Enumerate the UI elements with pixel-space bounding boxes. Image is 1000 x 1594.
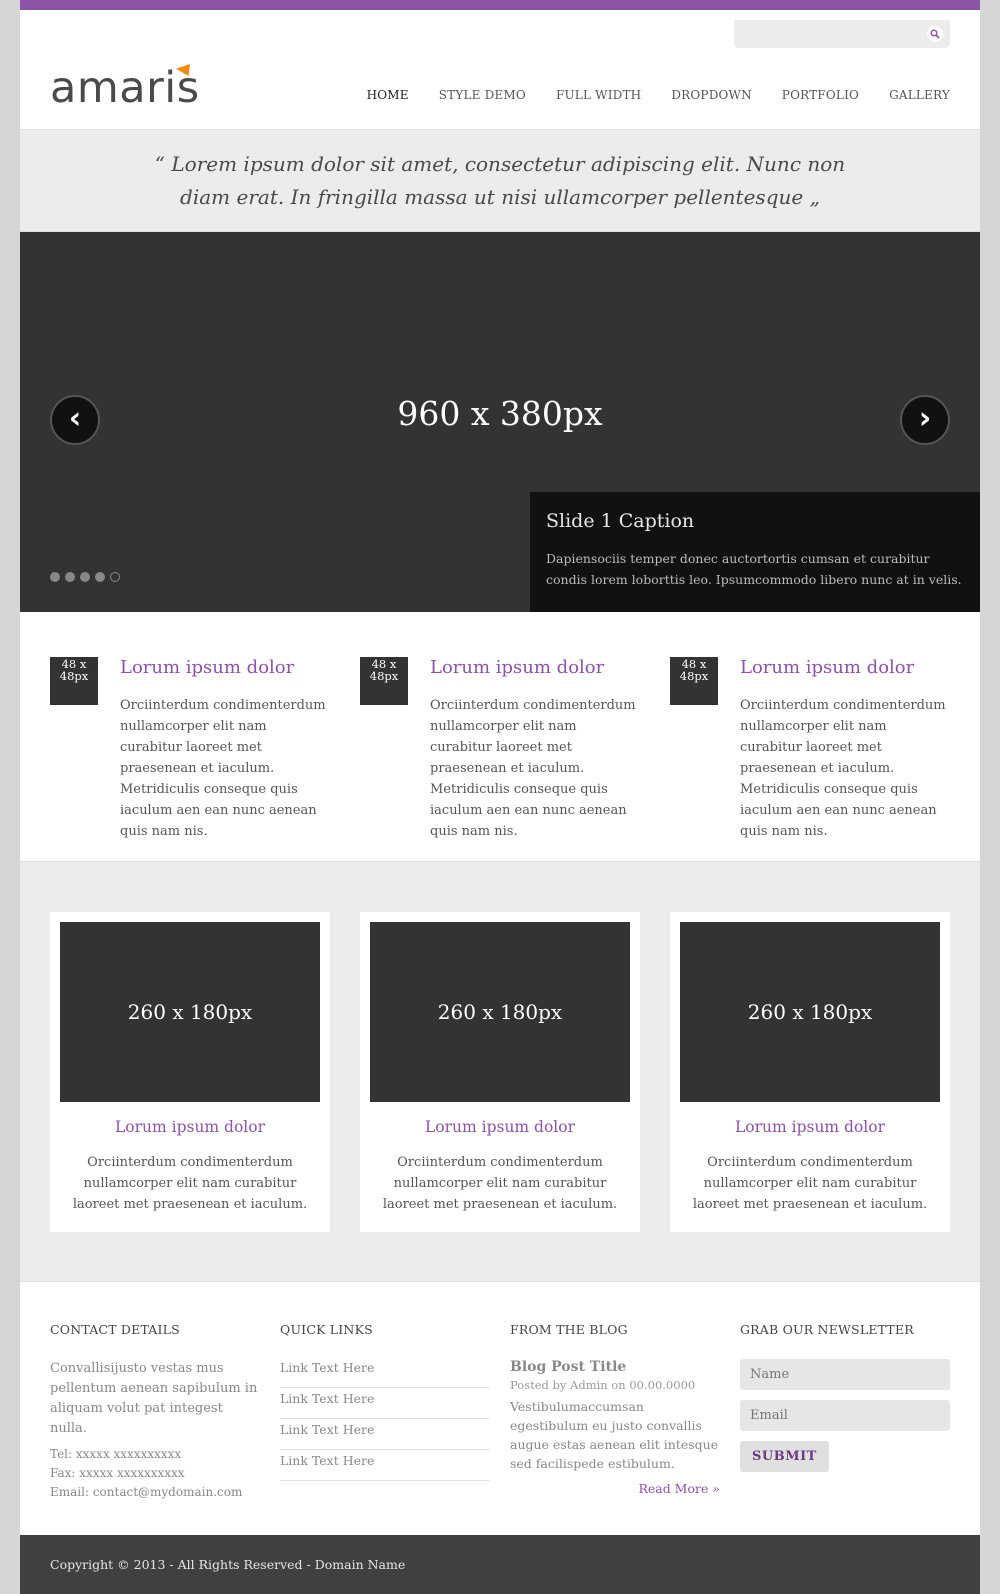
blog-post-excerpt: Vestibulumaccumsan egestibulum eu justo …	[510, 1399, 719, 1471]
contact-email[interactable]: Email: contact@mydomain.com	[50, 1483, 260, 1502]
slider-dot-5[interactable]	[110, 572, 120, 582]
copyright-text: Copyright © 2013 - All Rights Reserved -…	[50, 1557, 406, 1572]
feature-text: Orciinterdum condimenterdum nullamcorper…	[120, 698, 326, 839]
footer-newsletter: GRAB OUR NEWSLETTER SUBMIT	[740, 1322, 950, 1472]
newsletter-name-input[interactable]	[740, 1359, 950, 1390]
footer-newsletter-heading: GRAB OUR NEWSLETTER	[740, 1322, 914, 1337]
slider-dot-3[interactable]	[80, 572, 90, 582]
page: amaris HOME STYLE DEMO FULL WIDTH DROPDO…	[20, 0, 980, 1594]
feature-text: Orciinterdum condimenterdum nullamcorper…	[430, 698, 636, 839]
portfolio-text: Orciinterdum condimenterdum nullamcorper…	[382, 1155, 618, 1212]
quick-link[interactable]: Link Text Here	[280, 1357, 490, 1388]
slide-caption: Slide 1 Caption Dapiensociis temper done…	[530, 492, 980, 612]
top-accent-bar	[20, 0, 980, 10]
quick-link[interactable]: Link Text Here	[280, 1450, 490, 1481]
site-header: amaris HOME STYLE DEMO FULL WIDTH DROPDO…	[20, 10, 980, 130]
blog-post-title[interactable]: Blog Post Title	[510, 1359, 720, 1375]
slider-pagination	[50, 572, 120, 582]
portfolio-text: Orciinterdum condimenterdum nullamcorper…	[692, 1155, 928, 1212]
quick-link[interactable]: Link Text Here	[280, 1388, 490, 1419]
newsletter-email-input[interactable]	[740, 1400, 950, 1431]
quote-text: “ Lorem ipsum dolor sit amet, consectetu…	[154, 151, 846, 209]
portfolio-section: 260 x 180px Lorum ipsum dolor Orciinterd…	[20, 862, 980, 1282]
feature-title[interactable]: Lorum ipsum dolor	[740, 657, 914, 678]
slide-image-placeholder: 960 x 380px	[397, 394, 603, 433]
portfolio-card: 260 x 180px Lorum ipsum dolor Orciinterd…	[50, 912, 330, 1232]
portfolio-text: Orciinterdum condimenterdum nullamcorper…	[72, 1155, 308, 1212]
newsletter-submit-button[interactable]: SUBMIT	[740, 1441, 829, 1472]
nav-gallery[interactable]: GALLERY	[889, 88, 950, 102]
slider-next-button[interactable]: ›	[900, 395, 950, 445]
image-slider: 960 x 380px ‹ › Slide 1 Caption Dapienso…	[20, 232, 980, 612]
nav-portfolio[interactable]: PORTFOLIO	[782, 88, 859, 102]
footer-blog: FROM THE BLOG Blog Post Title Posted by …	[510, 1322, 720, 1496]
logo[interactable]: amaris	[50, 62, 220, 114]
portfolio-image[interactable]: 260 x 180px	[370, 922, 630, 1102]
contact-tel: Tel: xxxxx xxxxxxxxxx	[50, 1447, 182, 1461]
chevron-left-icon: ‹	[68, 401, 82, 436]
slide-caption-text: Dapiensociis temper donec auctortortis c…	[546, 551, 962, 587]
nav-dropdown[interactable]: DROPDOWN	[671, 88, 751, 102]
feature-thumbnail: 48 x 48px	[360, 657, 408, 705]
slide-caption-title: Slide 1 Caption	[546, 510, 695, 532]
read-more-link[interactable]: Read More »	[510, 1481, 720, 1496]
search-icon	[930, 29, 940, 39]
footer-quick-links: QUICK LINKS Link Text Here Link Text Her…	[280, 1322, 490, 1481]
portfolio-title[interactable]: Lorum ipsum dolor	[670, 1118, 950, 1136]
portfolio-card: 260 x 180px Lorum ipsum dolor Orciinterd…	[670, 912, 950, 1232]
nav-home[interactable]: HOME	[367, 88, 409, 102]
slider-dot-4[interactable]	[95, 572, 105, 582]
portfolio-title[interactable]: Lorum ipsum dolor	[50, 1118, 330, 1136]
copyright-bar: Copyright © 2013 - All Rights Reserved -…	[20, 1535, 980, 1594]
footer-blog-heading: FROM THE BLOG	[510, 1322, 628, 1337]
footer-contact: CONTACT DETAILS Convallisijusto vestas m…	[50, 1322, 260, 1502]
main-nav: HOME STYLE DEMO FULL WIDTH DROPDOWN PORT…	[337, 88, 950, 102]
contact-fax: Fax: xxxxx xxxxxxxxxx	[50, 1466, 185, 1480]
feature-thumbnail: 48 x 48px	[50, 657, 98, 705]
logo-text: amaris	[50, 63, 200, 113]
footer-quick-links-heading: QUICK LINKS	[280, 1322, 373, 1337]
footer-contact-heading: CONTACT DETAILS	[50, 1322, 180, 1337]
slider-prev-button[interactable]: ‹	[50, 395, 100, 445]
portfolio-card: 260 x 180px Lorum ipsum dolor Orciinterd…	[360, 912, 640, 1232]
chevron-right-icon: ›	[918, 401, 932, 436]
feature-thumbnail: 48 x 48px	[670, 657, 718, 705]
blog-post-meta: Posted by Admin on 00.00.0000	[510, 1378, 696, 1392]
nav-style-demo[interactable]: STYLE DEMO	[439, 88, 526, 102]
slider-dot-2[interactable]	[65, 572, 75, 582]
portfolio-title[interactable]: Lorum ipsum dolor	[360, 1118, 640, 1136]
slider-dot-1[interactable]	[50, 572, 60, 582]
search-button[interactable]	[927, 26, 943, 42]
contact-lines: Tel: xxxxx xxxxxxxxxx Fax: xxxxx xxxxxxx…	[50, 1445, 260, 1502]
feature-title[interactable]: Lorum ipsum dolor	[430, 657, 604, 678]
quick-link[interactable]: Link Text Here	[280, 1419, 490, 1450]
feature-text: Orciinterdum condimenterdum nullamcorper…	[740, 698, 946, 839]
quick-links-list: Link Text Here Link Text Here Link Text …	[280, 1357, 490, 1481]
features-section: 48 x 48px Lorum ipsum dolor Orciinterdum…	[20, 612, 980, 862]
contact-description: Convallisijusto vestas mus pellentum aen…	[50, 1361, 258, 1436]
feature-title[interactable]: Lorum ipsum dolor	[120, 657, 294, 678]
portfolio-image[interactable]: 260 x 180px	[680, 922, 940, 1102]
search-box[interactable]	[734, 20, 950, 48]
quote-banner: “ Lorem ipsum dolor sit amet, consectetu…	[20, 130, 980, 232]
portfolio-image[interactable]: 260 x 180px	[60, 922, 320, 1102]
site-footer: CONTACT DETAILS Convallisijusto vestas m…	[20, 1282, 980, 1532]
nav-full-width[interactable]: FULL WIDTH	[556, 88, 641, 102]
